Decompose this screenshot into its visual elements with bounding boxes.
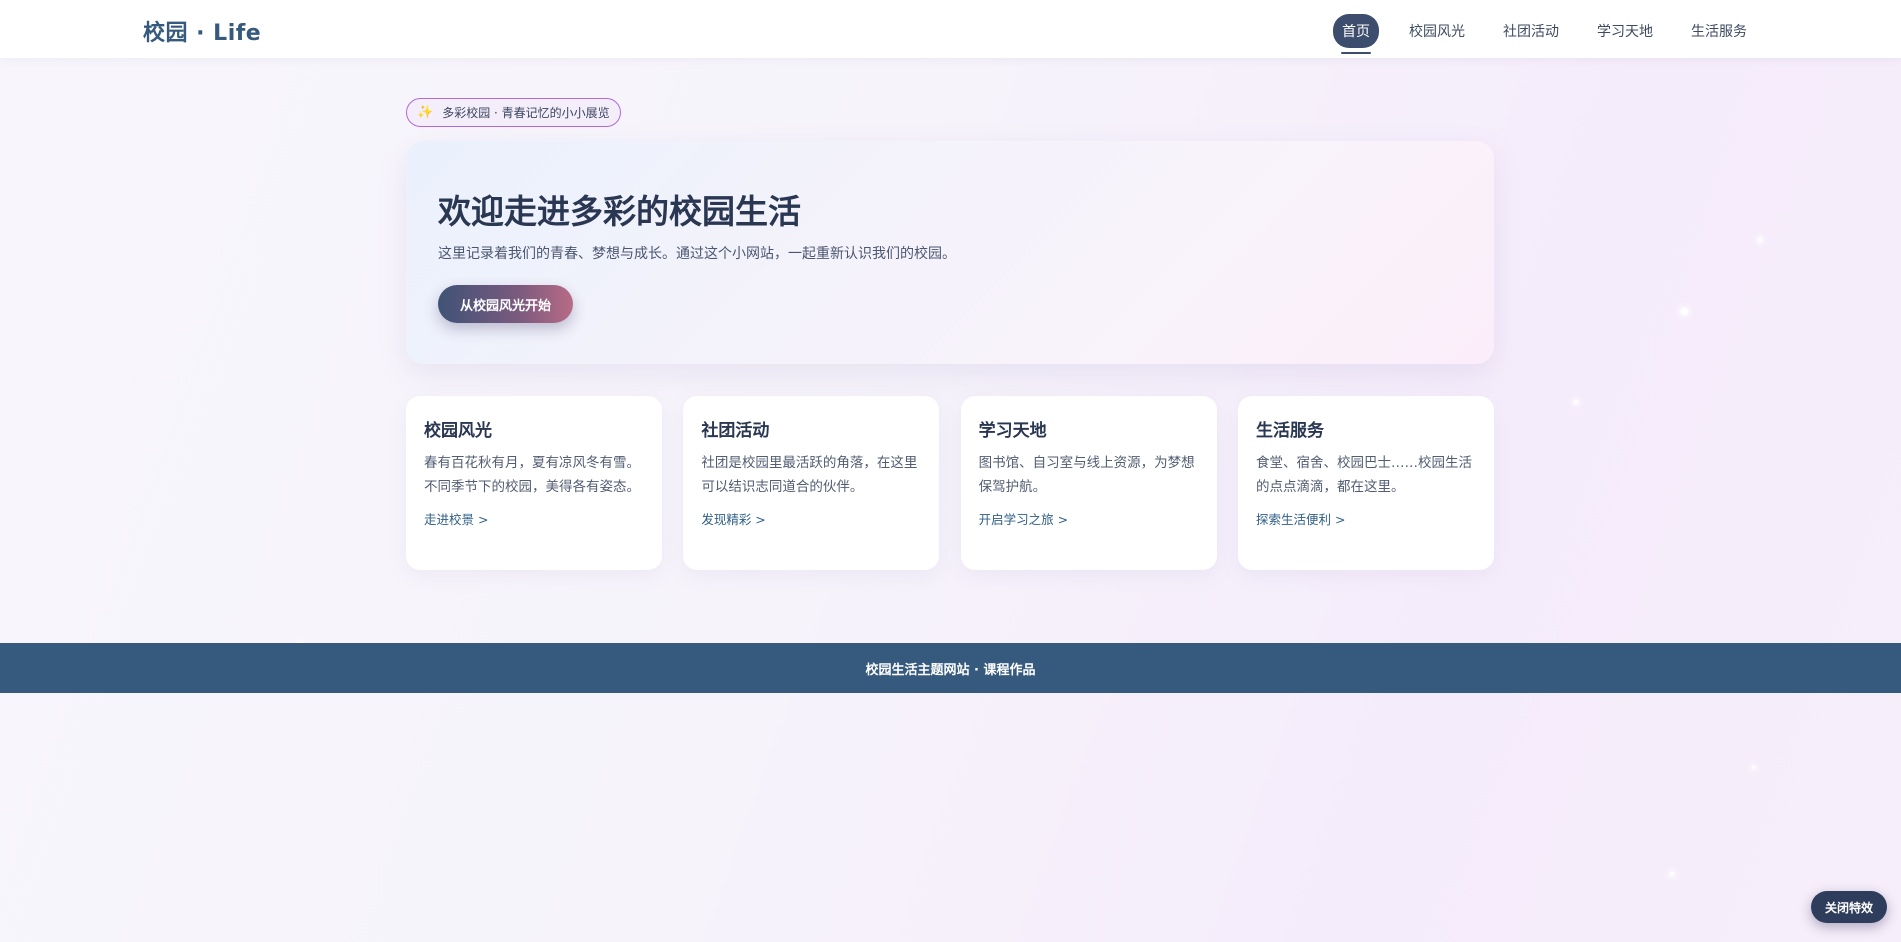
nav-item-home[interactable]: 首页 — [1333, 14, 1379, 54]
nav-item-clubs[interactable]: 社团活动 — [1495, 14, 1567, 48]
card-link-study[interactable]: 开启学习之旅 > — [979, 509, 1068, 528]
card-study: 学习天地 图书馆、自习室与线上资源，为梦想保驾护航。 开启学习之旅 > — [960, 396, 1217, 570]
card-link-scenery[interactable]: 走进校景 > — [424, 509, 488, 528]
nav-item-study[interactable]: 学习天地 — [1589, 14, 1661, 48]
card-description: 春有百花秋有月，夏有凉风冬有雪。不同季节下的校园，美得各有姿态。 — [424, 455, 640, 495]
top-navbar: 校园 · Life 首页 校园风光 社团活动 学习天地 生活服务 — [0, 0, 1901, 58]
main-nav: 首页 校园风光 社团活动 学习天地 生活服务 — [1333, 14, 1755, 54]
card-description: 社团是校园里最活跃的角落，在这里可以结识志同道合的伙伴。 — [701, 455, 918, 495]
card-clubs: 社团活动 社团是校园里最活跃的角落，在这里可以结识志同道合的伙伴。 发现精彩 > — [683, 396, 940, 570]
hero-subtitle: 这里记录着我们的青春、梦想与成长。通过这个小网站，一起重新认识我们的校园。 — [438, 246, 956, 262]
card-title: 社团活动 — [701, 421, 770, 441]
card-link-services[interactable]: 探索生活便利 > — [1256, 509, 1345, 528]
sparkle — [1752, 766, 1755, 769]
sparkle — [1681, 308, 1688, 315]
card-title: 生活服务 — [1255, 421, 1324, 441]
toggle-effects-button[interactable]: 关闭特效 — [1810, 891, 1887, 923]
card-description: 食堂、宿舍、校园巴士……校园生活的点点滴滴，都在这里。 — [1255, 455, 1472, 495]
card-title: 学习天地 — [978, 421, 1047, 441]
site-logo[interactable]: 校园 · Life — [143, 15, 261, 47]
footer-text: 校园生活主题网站 · 课程作品 — [865, 662, 1036, 678]
site-footer: 校园生活主题网站 · 课程作品 — [0, 643, 1901, 693]
hero-title: 欢迎走进多彩的校园生活 — [438, 192, 801, 231]
card-link-clubs[interactable]: 发现精彩 > — [701, 509, 765, 528]
sparkle — [1758, 238, 1762, 242]
nav-item-scenery[interactable]: 校园风光 — [1401, 14, 1473, 48]
hero-banner: 欢迎走进多彩的校园生活 这里记录着我们的青春、梦想与成长。通过这个小网站，一起重… — [406, 141, 1494, 364]
card-scenery: 校园风光 春有百花秋有月，夏有凉风冬有雪。不同季节下的校园，美得各有姿态。 走进… — [406, 396, 662, 570]
feature-cards: 校园风光 春有百花秋有月，夏有凉风冬有雪。不同季节下的校园，美得各有姿态。 走进… — [406, 396, 1494, 570]
sparkle — [1574, 400, 1578, 404]
card-title: 校园风光 — [424, 421, 492, 441]
card-description: 图书馆、自习室与线上资源，为梦想保驾护航。 — [978, 455, 1195, 495]
card-services: 生活服务 食堂、宿舍、校园巴士……校园生活的点点滴滴，都在这里。 探索生活便利 … — [1237, 396, 1494, 570]
sparkle — [1670, 872, 1674, 876]
nav-item-services[interactable]: 生活服务 — [1683, 14, 1755, 48]
sparkles-icon: ✨ — [417, 105, 434, 120]
intro-tag-text: 多彩校园 · 青春记忆的小小展览 — [442, 106, 610, 120]
start-scenery-button[interactable]: 从校园风光开始 — [438, 285, 574, 323]
intro-tag: ✨ 多彩校园 · 青春记忆的小小展览 — [406, 98, 621, 127]
